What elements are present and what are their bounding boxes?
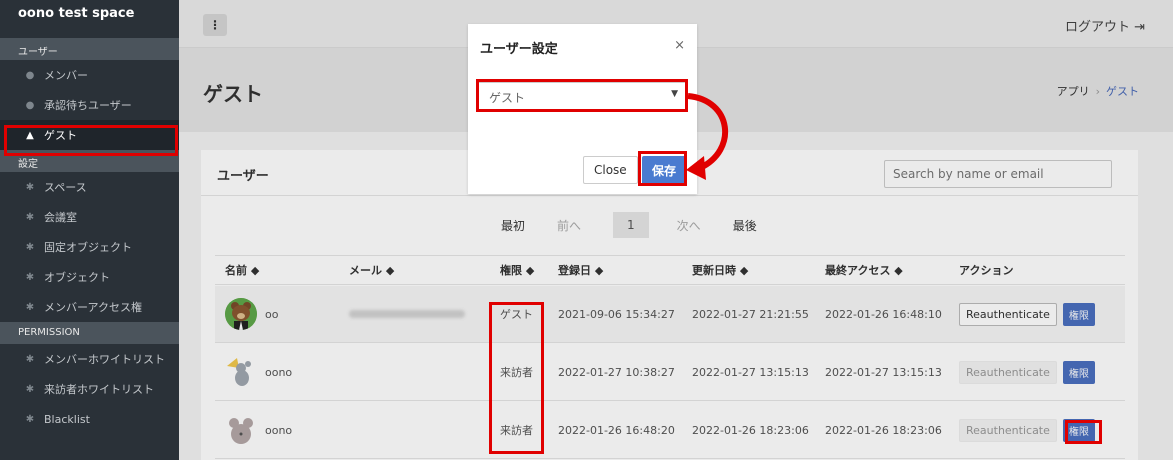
sidebar-item-label: 固定オブジェクト [44,241,132,254]
sidebar-item-label: スペース [44,181,87,194]
sidebar-item-objects[interactable]: ✱ オブジェクト [0,262,179,292]
sidebar-item-member-access[interactable]: ✱ メンバーアクセス権 [0,292,179,322]
gear-icon: ✱ [25,353,35,365]
user-plus-icon: ● [25,99,35,111]
gear-icon: ✱ [25,181,35,193]
gear-icon: ✱ [25,241,35,253]
gear-icon: ✱ [25,301,35,313]
section-permission: PERMISSION [0,322,179,344]
sidebar-item-fixed-objects[interactable]: ✱ 固定オブジェクト [0,232,179,262]
sidebar-item-label: 会議室 [44,211,77,224]
sidebar-item-visitor-whitelist[interactable]: ✱ 来訪者ホワイトリスト [0,374,179,404]
sidebar-item-label: メンバーホワイトリスト [44,353,165,366]
sidebar-item-meeting-rooms[interactable]: ✱ 会議室 [0,202,179,232]
sidebar-item-blacklist[interactable]: ✱ Blacklist [0,404,179,434]
chevron-down-icon: ▼ [671,89,678,99]
user-settings-modal: ユーザー設定 × ゲスト ▼ Close 保存 [468,24,697,194]
gear-icon: ✱ [25,211,35,223]
sidebar-item-label: メンバー [44,69,88,82]
close-icon[interactable]: × [674,38,685,53]
role-select[interactable]: ゲスト ▼ [478,82,687,110]
guest-icon: ▲ [26,129,34,141]
user-icon: ● [25,69,35,81]
gear-icon: ✱ [25,413,35,425]
sidebar-item-label: Blacklist [44,412,90,426]
sidebar-item-spaces[interactable]: ✱ スペース [0,172,179,202]
sidebar: oono test space ユーザー ● メンバー ● 承認待ちユーザー ▲… [0,0,179,460]
sidebar-item-label: 承認待ちユーザー [44,99,132,112]
sidebar-item-pending[interactable]: ● 承認待ちユーザー [0,90,179,120]
arrow-icon [686,93,729,180]
modal-title: ユーザー設定 [480,42,558,57]
sidebar-item-label: メンバーアクセス権 [44,301,143,314]
gear-icon: ✱ [25,383,35,395]
brand-title: oono test space [18,6,135,21]
sidebar-item-label: ゲスト [44,129,77,142]
sidebar-item-members[interactable]: ● メンバー [0,60,179,90]
role-select-value: ゲスト [489,91,526,105]
gear-icon: ✱ [25,271,35,283]
section-settings: 設定 [0,150,179,172]
section-users: ユーザー [0,38,179,60]
sidebar-item-label: オブジェクト [44,271,110,284]
sidebar-item-guests[interactable]: ▲ ゲスト [0,120,179,150]
sidebar-item-label: 来訪者ホワイトリスト [44,383,154,396]
close-button[interactable]: Close [583,156,638,184]
sidebar-item-member-whitelist[interactable]: ✱ メンバーホワイトリスト [0,344,179,374]
